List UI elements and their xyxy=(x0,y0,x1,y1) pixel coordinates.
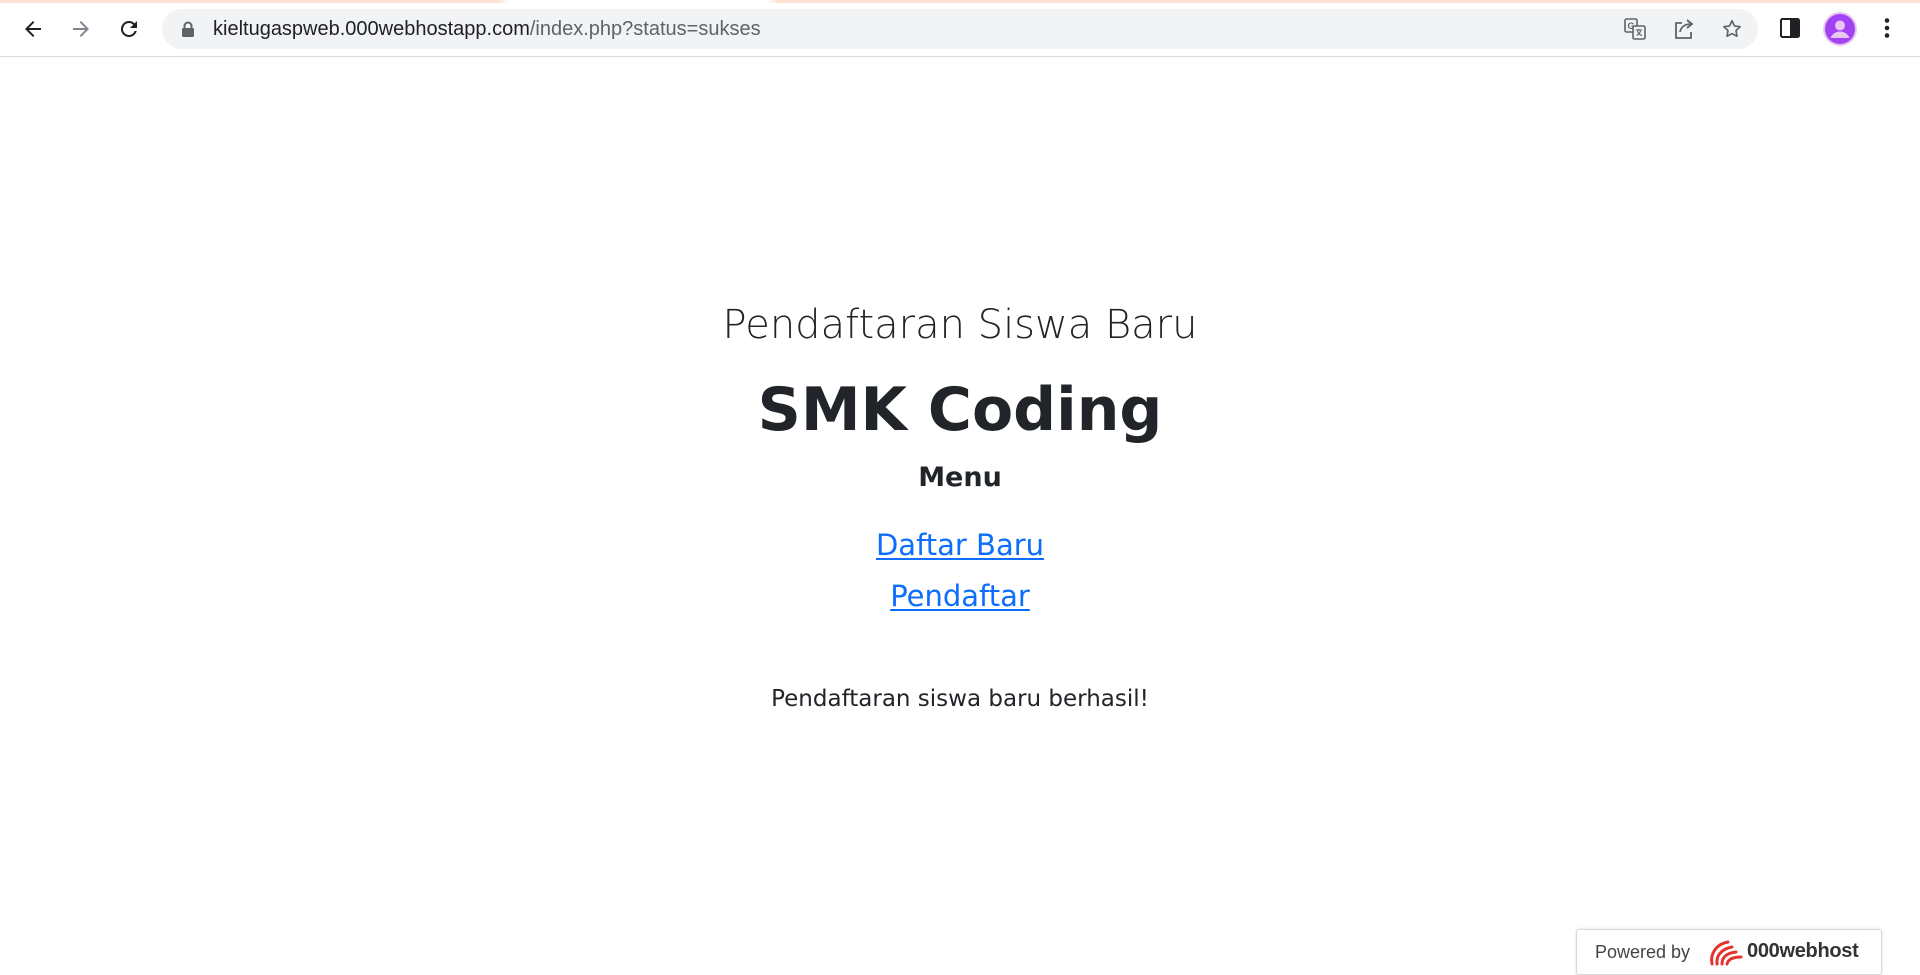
loading-strip xyxy=(0,0,1920,3)
lock-icon[interactable] xyxy=(181,21,195,41)
menu-item-pendaftar: Pendaftar xyxy=(0,578,1920,614)
webhost-brand: 000webhost xyxy=(1747,940,1859,962)
address-bar[interactable]: kieltugaspweb.000webhostapp.com/index.ph… xyxy=(162,9,1758,49)
url-host: kieltugaspweb.000webhostapp.com xyxy=(213,18,530,40)
page-subtitle: Pendaftaran Siswa Baru xyxy=(722,302,1198,348)
menu-item-daftar-baru: Daftar Baru xyxy=(0,527,1920,563)
share-icon[interactable] xyxy=(1673,18,1695,40)
forward-icon xyxy=(73,21,89,37)
back-icon xyxy=(25,21,41,37)
url-path: /index.php?status=sukses xyxy=(529,18,761,40)
page-title: SMK Coding xyxy=(757,375,1163,445)
more-menu-icon[interactable] xyxy=(1874,15,1900,41)
status-message: Pendaftaran siswa baru berhasil! xyxy=(771,686,1149,712)
page-content: Pendaftaran Siswa Baru SMK Coding Menu D… xyxy=(0,57,1920,969)
forward-button[interactable] xyxy=(62,10,100,48)
browser-toolbar: kieltugaspweb.000webhostapp.com/index.ph… xyxy=(0,0,1920,57)
back-button[interactable] xyxy=(14,10,52,48)
reload-button[interactable] xyxy=(110,10,148,48)
webhost-logo-icon xyxy=(1708,938,1744,972)
menu-heading: Menu xyxy=(918,462,1002,493)
translate-icon[interactable]: G xyxy=(1624,18,1646,40)
bookmark-star-icon[interactable] xyxy=(1721,18,1743,40)
powered-by-badge[interactable]: Powered by 000webhost xyxy=(1576,929,1882,975)
profile-avatar[interactable] xyxy=(1823,12,1857,46)
reload-icon xyxy=(120,20,137,37)
powered-by-label: Powered by xyxy=(1595,942,1691,962)
pendaftar-link[interactable]: Pendaftar xyxy=(890,579,1030,613)
daftar-baru-link[interactable]: Daftar Baru xyxy=(876,528,1044,562)
url-text[interactable]: kieltugaspweb.000webhostapp.com/index.ph… xyxy=(213,18,761,40)
side-panel-icon[interactable] xyxy=(1777,15,1803,41)
